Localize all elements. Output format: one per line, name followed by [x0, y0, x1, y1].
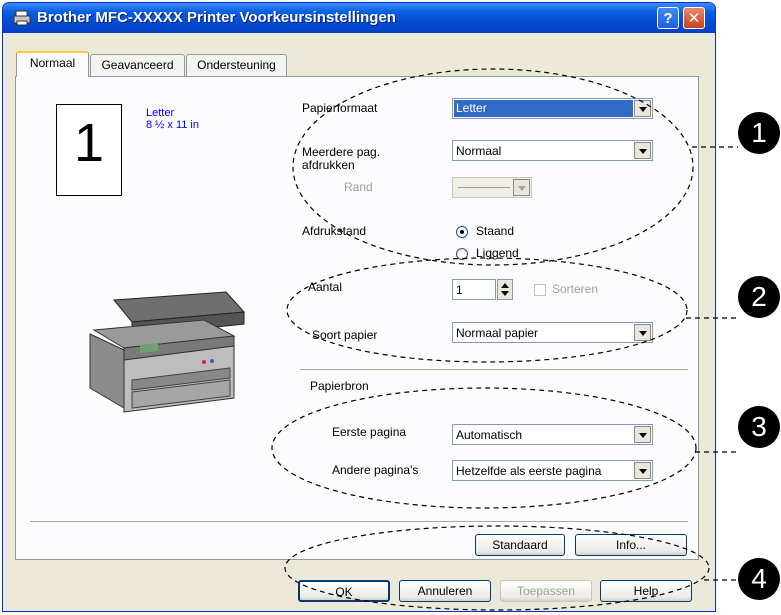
tab-normaal[interactable]: Normaal: [16, 51, 89, 77]
callout-ellipse-2: [286, 257, 688, 363]
callout-number-1: 1: [738, 112, 780, 154]
callout-ellipse-4: [284, 525, 710, 611]
annotation-overlay: [271, 68, 738, 611]
callout-number-3: 3: [738, 406, 780, 448]
callout-ellipse-3: [271, 387, 697, 509]
callout-number-2: 2: [738, 276, 780, 318]
callout-ellipse-1: [292, 68, 694, 266]
callout-number-4: 4: [738, 558, 780, 600]
